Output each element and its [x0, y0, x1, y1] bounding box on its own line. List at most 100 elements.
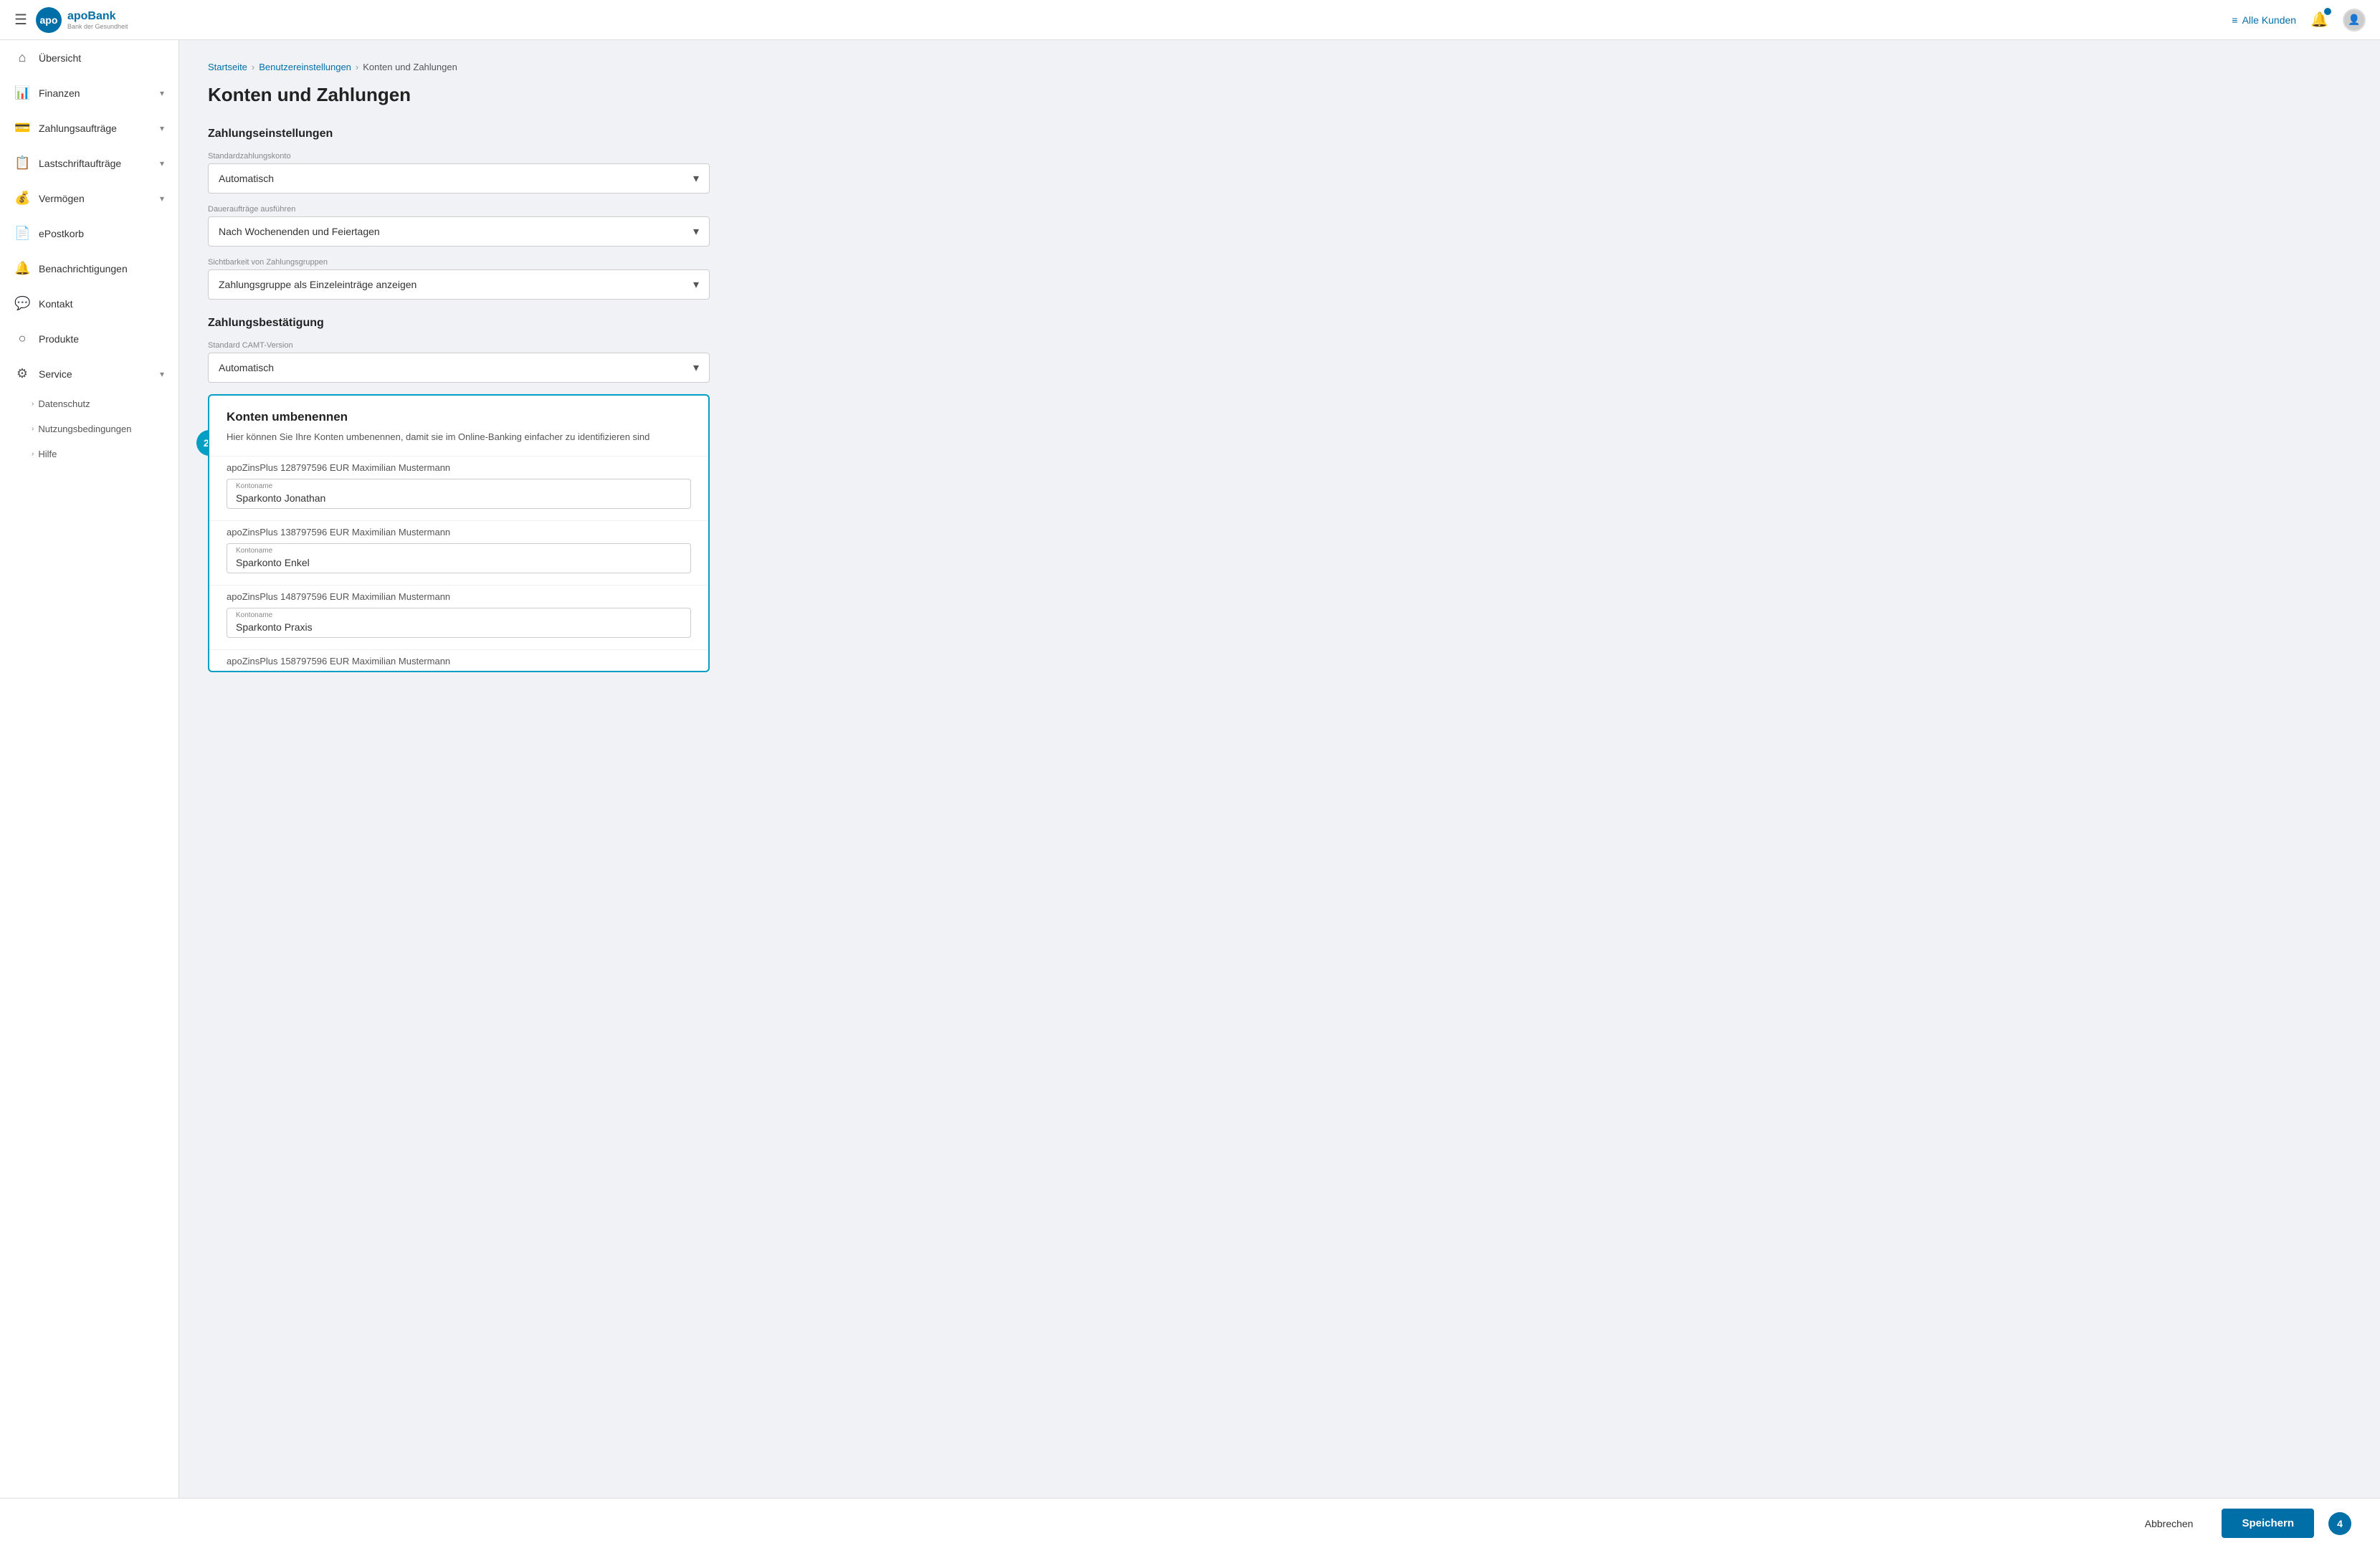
sidebar-label-epostkorb: ePostkorb [39, 228, 164, 239]
account-input-1[interactable] [227, 479, 690, 508]
dropdown-arrow-icon: ▾ [693, 171, 699, 186]
zahlungsbestatigung-label: Zahlungsbestätigung [208, 317, 710, 330]
sichtbarkeit-label: Sichtbarkeit von Zahlungsgruppen [208, 258, 710, 267]
footer-bar: Abbrechen Speichern 4 [0, 1498, 2380, 1548]
chevron-down-icon: ▾ [160, 158, 164, 168]
dauerauftraege-group: Daueraufträge ausführen Nach Wochenenden… [208, 205, 710, 247]
vermoegen-icon: 💰 [14, 191, 30, 206]
dauerauftraege-dropdown[interactable]: Nach Wochenenden und Feiertagen ▾ [208, 216, 710, 247]
arrow-icon: › [32, 400, 34, 408]
camt-dropdown[interactable]: Automatisch ▾ [208, 353, 710, 383]
dauerauftraege-label: Daueraufträge ausführen [208, 205, 710, 214]
account-input-3[interactable] [227, 608, 690, 637]
logo-circle: apo [36, 7, 62, 33]
sidebar-label-finanzen: Finanzen [39, 87, 151, 99]
account-field-label-2: Kontoname [236, 547, 272, 555]
sidebar-label-kontakt: Kontakt [39, 298, 164, 310]
cancel-button[interactable]: Abbrechen [2131, 1511, 2208, 1537]
breadcrumb: Startseite › Benutzereinstellungen › Kon… [208, 62, 2351, 72]
sidebar-item-produkte[interactable]: ○ Produkte [0, 321, 178, 356]
account-input-group-3: Kontoname [227, 608, 691, 638]
dauerauftraege-value: Nach Wochenenden und Feiertagen [219, 226, 380, 237]
sidebar-item-finanzen[interactable]: 📊 Finanzen ▾ [0, 75, 178, 110]
sidebar-item-uebersicht[interactable]: ⌂ Übersicht [0, 40, 178, 75]
settings-panel: Zahlungseinstellungen Standardzahlungsko… [208, 128, 710, 672]
account-title-1: apoZinsPlus 128797596 EUR Maximilian Mus… [227, 462, 691, 473]
logo-text: apoBank Bank der Gesundheit [67, 10, 128, 30]
camt-value: Automatisch [219, 362, 274, 373]
hamburger-icon[interactable]: ☰ [14, 11, 27, 29]
account-title-3: apoZinsPlus 148797596 EUR Maximilian Mus… [227, 591, 691, 602]
breadcrumb-sep-1: › [252, 62, 254, 72]
sidebar-label-lastschrift: Lastschriftaufträge [39, 158, 151, 169]
user-avatar[interactable]: 👤 [2343, 9, 2366, 32]
sichtbarkeit-group: Sichtbarkeit von Zahlungsgruppen Zahlung… [208, 258, 710, 300]
standardzahlungskonto-dropdown[interactable]: Automatisch ▾ [208, 163, 710, 194]
sidebar-label-benachrichtigungen: Benachrichtigungen [39, 263, 164, 274]
kontakt-icon: 💬 [14, 296, 30, 311]
breadcrumb-benutzereinstellungen[interactable]: Benutzereinstellungen [259, 62, 351, 72]
filter-icon: ≡ [2232, 14, 2237, 26]
header-right: ≡ Alle Kunden 🔔 👤 [2232, 9, 2366, 32]
sidebar-item-epostkorb[interactable]: 📄 ePostkorb [0, 216, 178, 251]
sidebar-sub-label-nutzungsbedingungen: Nutzungsbedingungen [38, 424, 131, 434]
arrow-icon: › [32, 425, 34, 433]
sidebar-sub-nutzungsbedingungen[interactable]: › Nutzungsbedingungen [0, 416, 178, 441]
standardzahlungskonto-label: Standardzahlungskonto [208, 152, 710, 161]
dropdown-arrow-icon: ▾ [693, 277, 699, 292]
save-button[interactable]: Speichern [2222, 1509, 2314, 1538]
logo-name: apoBank [67, 10, 128, 23]
footer-step-badge: 4 [2328, 1512, 2351, 1535]
account-input-group-2: Kontoname [227, 543, 691, 573]
sidebar-item-zahlungsauftraege[interactable]: 💳 Zahlungsaufträge ▾ [0, 110, 178, 145]
logo-sub: Bank der Gesundheit [67, 23, 128, 30]
sidebar-sub-hilfe[interactable]: › Hilfe [0, 441, 178, 467]
chevron-down-icon: ▾ [160, 88, 164, 98]
truncated-account: apoZinsPlus 158797596 EUR Maximilian Mus… [209, 649, 708, 671]
account-block-2: apoZinsPlus 138797596 EUR Maximilian Mus… [209, 520, 708, 585]
epostkorb-icon: 📄 [14, 226, 30, 241]
camt-group: Standard CAMT-Version Automatisch ▾ [208, 341, 710, 383]
zahlungsbestatigung-section: Zahlungsbestätigung Standard CAMT-Versio… [208, 317, 710, 383]
sidebar-label-zahlungsauftraege: Zahlungsaufträge [39, 123, 151, 134]
zahlungsauftraege-icon: 💳 [14, 120, 30, 135]
main-content: Startseite › Benutzereinstellungen › Kon… [179, 40, 2380, 1548]
sidebar-item-benachrichtigungen[interactable]: 🔔 Benachrichtigungen [0, 251, 178, 286]
alle-kunden-button[interactable]: ≡ Alle Kunden [2232, 14, 2296, 26]
sidebar-label-vermoegen: Vermögen [39, 193, 151, 204]
modal-card-title: Konten umbenennen [209, 396, 708, 430]
standardzahlungskonto-group: Standardzahlungskonto Automatisch ▾ [208, 152, 710, 194]
header: ☰ apo apoBank Bank der Gesundheit ≡ Alle… [0, 0, 2380, 40]
sidebar-item-vermoegen[interactable]: 💰 Vermögen ▾ [0, 181, 178, 216]
sidebar-label-uebersicht: Übersicht [39, 52, 164, 64]
sidebar-item-lastschriftauftraege[interactable]: 📋 Lastschriftaufträge ▾ [0, 145, 178, 181]
sidebar-label-service: Service [39, 368, 151, 380]
sidebar-sub-datenschutz[interactable]: › Datenschutz [0, 391, 178, 416]
account-field-label-1: Kontoname [236, 482, 272, 490]
page-title: Konten und Zahlungen [208, 84, 2351, 106]
sichtbarkeit-dropdown[interactable]: Zahlungsgruppe als Einzeleinträge anzeig… [208, 269, 710, 300]
home-icon: ⌂ [14, 50, 30, 65]
account-title-2: apoZinsPlus 138797596 EUR Maximilian Mus… [227, 527, 691, 538]
lastschrift-icon: 📋 [14, 156, 30, 171]
zahlungseinstellungen-label: Zahlungseinstellungen [208, 128, 710, 140]
sidebar-item-kontakt[interactable]: 💬 Kontakt [0, 286, 178, 321]
notification-icon[interactable]: 🔔 [2310, 11, 2328, 29]
sidebar-item-service[interactable]: ⚙ Service ▾ [0, 356, 178, 391]
sidebar-sub-label-datenschutz: Datenschutz [38, 398, 90, 409]
chevron-down-icon: ▾ [160, 194, 164, 204]
dropdown-arrow-icon: ▾ [693, 360, 699, 375]
breadcrumb-startseite[interactable]: Startseite [208, 62, 247, 72]
account-input-2[interactable] [227, 544, 690, 573]
logo-area: apo apoBank Bank der Gesundheit [36, 7, 128, 33]
modal-container: 2b Konten umbenennen Hier können Sie Ihr… [208, 394, 710, 672]
breadcrumb-sep-2: › [356, 62, 358, 72]
sichtbarkeit-value: Zahlungsgruppe als Einzeleinträge anzeig… [219, 279, 416, 290]
standardzahlungskonto-value: Automatisch [219, 173, 274, 184]
chevron-down-icon: ▾ [160, 369, 164, 379]
alle-kunden-label: Alle Kunden [2242, 14, 2297, 26]
account-block-1: apoZinsPlus 128797596 EUR Maximilian Mus… [209, 456, 708, 520]
notification-dot [2324, 8, 2331, 15]
header-left: ☰ apo apoBank Bank der Gesundheit [14, 7, 128, 33]
account-field-label-3: Kontoname [236, 611, 272, 619]
